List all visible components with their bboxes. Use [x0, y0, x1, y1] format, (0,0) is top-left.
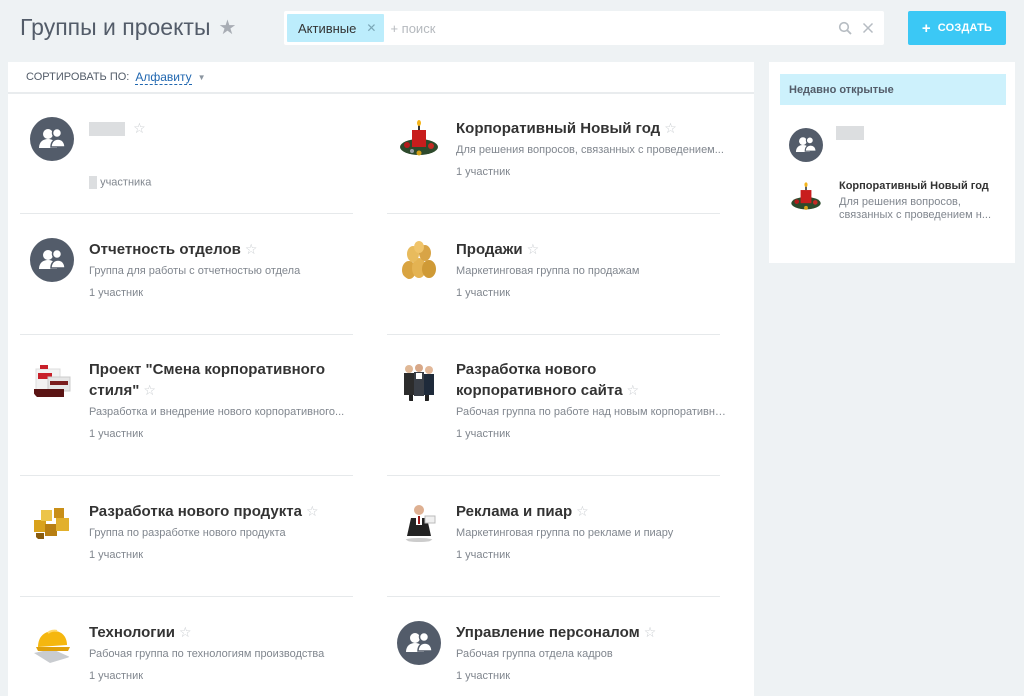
recent-item-title[interactable] — [836, 126, 864, 140]
cubes-icon — [30, 500, 74, 544]
search-icon[interactable] — [838, 21, 852, 35]
group-description: Рабочая группа по технологиям производст… — [89, 648, 325, 660]
sort-label: СОРТИРОВАТЬ ПО: — [26, 71, 130, 83]
group-card[interactable]: Отчетность отделов ☆ Группа для работы с … — [8, 215, 353, 335]
group-card[interactable]: Реклама и пиар ☆ Маркетинговая группа по … — [375, 477, 720, 597]
star-icon[interactable]: ☆ — [576, 503, 589, 519]
recent-panel: Недавно открытые Корпоративный Новый год… — [769, 62, 1015, 263]
group-members: 1 участник — [89, 428, 144, 440]
group-card[interactable]: Управление персоналом ☆ Рабочая группа от… — [375, 598, 720, 696]
create-button-label: СОЗДАТЬ — [937, 22, 993, 34]
group-title[interactable]: Отчетность отделов ☆ — [89, 239, 339, 260]
group-card[interactable]: Проект "Смена корпоративного стиля" ☆ Раз… — [8, 336, 353, 476]
star-icon[interactable]: ☆ — [644, 624, 657, 640]
generic-users-icon — [789, 128, 823, 162]
christmas-candle-icon — [397, 117, 441, 161]
christmas-candle-icon — [789, 180, 823, 214]
star-icon[interactable]: ☆ — [627, 382, 640, 398]
chevron-down-icon[interactable]: ▼ — [198, 73, 206, 82]
star-icon[interactable]: ☆ — [306, 503, 319, 519]
star-icon[interactable]: ☆ — [143, 382, 156, 398]
star-icon[interactable]: ☆ — [133, 120, 146, 136]
group-title[interactable]: ☆ — [89, 118, 339, 139]
star-icon[interactable]: ☆ — [527, 241, 540, 257]
star-icon[interactable]: ☆ — [664, 120, 677, 136]
group-title[interactable]: Корпоративный Новый год ☆ — [456, 118, 706, 139]
sort-dropdown[interactable]: Алфавиту — [135, 70, 192, 85]
group-card[interactable]: Разработка нового корпоративного сайта ☆ … — [375, 336, 732, 476]
group-title[interactable]: Реклама и пиар ☆ — [456, 501, 706, 522]
group-members: участника — [89, 176, 365, 189]
group-title[interactable]: Проект "Смена корпоративного стиля" ☆ — [89, 360, 339, 401]
chip-close-icon[interactable]: ✕ — [366, 21, 376, 35]
star-icon[interactable]: ☆ — [245, 241, 258, 257]
create-button[interactable]: + СОЗДАТЬ — [908, 11, 1006, 45]
groups-panel: СОРТИРОВАТЬ ПО: Алфавиту ▼ ☆ участника К… — [8, 62, 754, 696]
group-description: Маркетинговая группа по рекламе и пиару — [456, 527, 674, 539]
group-description: Разработка и внедрение нового корпоратив… — [89, 406, 345, 418]
group-card[interactable]: Технологии ☆ Рабочая группа по технология… — [8, 598, 353, 696]
group-members: 1 участник — [456, 166, 511, 178]
redacted-block — [836, 126, 864, 140]
group-card[interactable]: Продажи ☆ Маркетинговая группа по продажа… — [375, 215, 720, 335]
recent-item-title[interactable]: Корпоративный Новый год — [839, 180, 989, 192]
group-description: Для решения вопросов, связанных с провед… — [456, 144, 724, 156]
favorite-star-icon[interactable]: ★ — [218, 15, 236, 40]
group-members: 1 участник — [89, 670, 144, 682]
hardhat-icon — [30, 621, 74, 665]
clear-icon[interactable] — [862, 21, 874, 35]
generic-users-icon — [397, 621, 441, 665]
group-description: Рабочая группа отдела кадров — [456, 648, 613, 660]
group-members: 1 участник — [89, 287, 144, 299]
group-description: Рабочая группа по работе над новым корпо… — [456, 406, 732, 418]
group-title[interactable]: Разработка нового корпоративного сайта ☆ — [456, 360, 706, 401]
recent-item[interactable] — [789, 126, 999, 164]
redacted-block — [89, 122, 125, 137]
group-members: 1 участник — [456, 428, 511, 440]
group-description: Группа по разработке нового продукта — [89, 527, 286, 539]
recent-item-description: Для решения вопросов, связанных с провед… — [839, 196, 992, 221]
search-input[interactable] — [390, 20, 838, 36]
page-title-text: Группы и проекты — [20, 14, 211, 40]
generic-users-icon — [30, 238, 74, 282]
group-title[interactable]: Разработка нового продукта ☆ — [89, 501, 339, 522]
group-members: 1 участник — [89, 549, 144, 561]
group-description: Группа для работы с отчетностью отдела — [89, 265, 301, 277]
star-icon[interactable]: ☆ — [179, 624, 192, 640]
group-card[interactable]: Корпоративный Новый год ☆ Для решения воп… — [375, 94, 724, 214]
filter-chip-label: Активные — [298, 20, 357, 36]
recent-heading: Недавно открытые — [780, 74, 1006, 105]
group-title[interactable]: Технологии ☆ — [89, 622, 339, 643]
filter-chip-active[interactable]: Активные ✕ — [287, 14, 385, 42]
recent-item[interactable]: Корпоративный Новый год Для решения вопр… — [789, 180, 1009, 221]
group-title[interactable]: Продажи ☆ — [456, 239, 706, 260]
group-title[interactable]: Управление персоналом ☆ — [456, 622, 706, 643]
group-members: 1 участник — [456, 670, 511, 682]
redacted-block — [89, 176, 97, 189]
businessman-icon — [397, 500, 441, 544]
generic-users-icon — [30, 117, 74, 161]
team-people-icon — [397, 359, 441, 403]
plus-icon: + — [921, 19, 931, 37]
coins-icon — [397, 238, 441, 282]
group-card[interactable]: Разработка нового продукта ☆ Группа по ра… — [8, 477, 353, 597]
group-description: Маркетинговая группа по продажам — [456, 265, 640, 277]
search-box[interactable]: Активные ✕ — [284, 11, 884, 45]
page-title: Группы и проекты ★ — [20, 14, 236, 41]
sort-bar: СОРТИРОВАТЬ ПО: Алфавиту ▼ — [8, 62, 754, 94]
group-card[interactable]: ☆ участника — [8, 94, 353, 214]
group-members: 1 участник — [456, 549, 511, 561]
brand-materials-icon — [30, 359, 74, 403]
group-members: 1 участник — [456, 287, 511, 299]
